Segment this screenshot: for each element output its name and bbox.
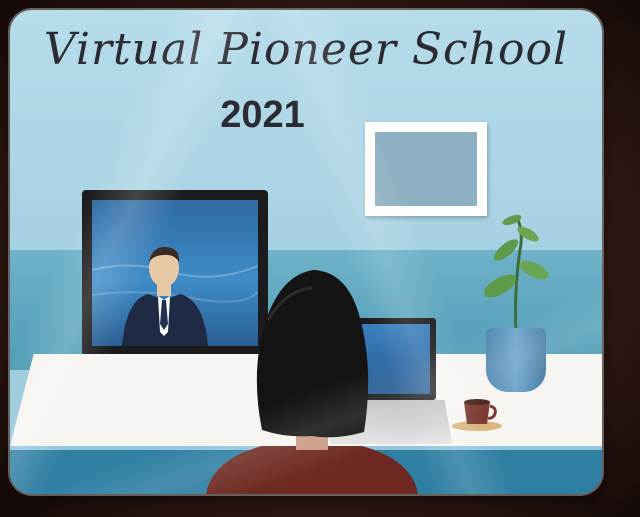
wall-picture (375, 132, 477, 206)
plant-pot (486, 328, 546, 392)
mousepad-title: Virtual Pioneer School (43, 24, 569, 75)
plant-leaves (483, 214, 549, 334)
student-figure (206, 270, 418, 494)
wall-picture-frame (365, 122, 487, 216)
mousepad: Virtual Pioneer School 2021 (10, 10, 602, 494)
coffee-cup (452, 399, 502, 431)
photo: Virtual Pioneer School 2021 (0, 0, 640, 517)
